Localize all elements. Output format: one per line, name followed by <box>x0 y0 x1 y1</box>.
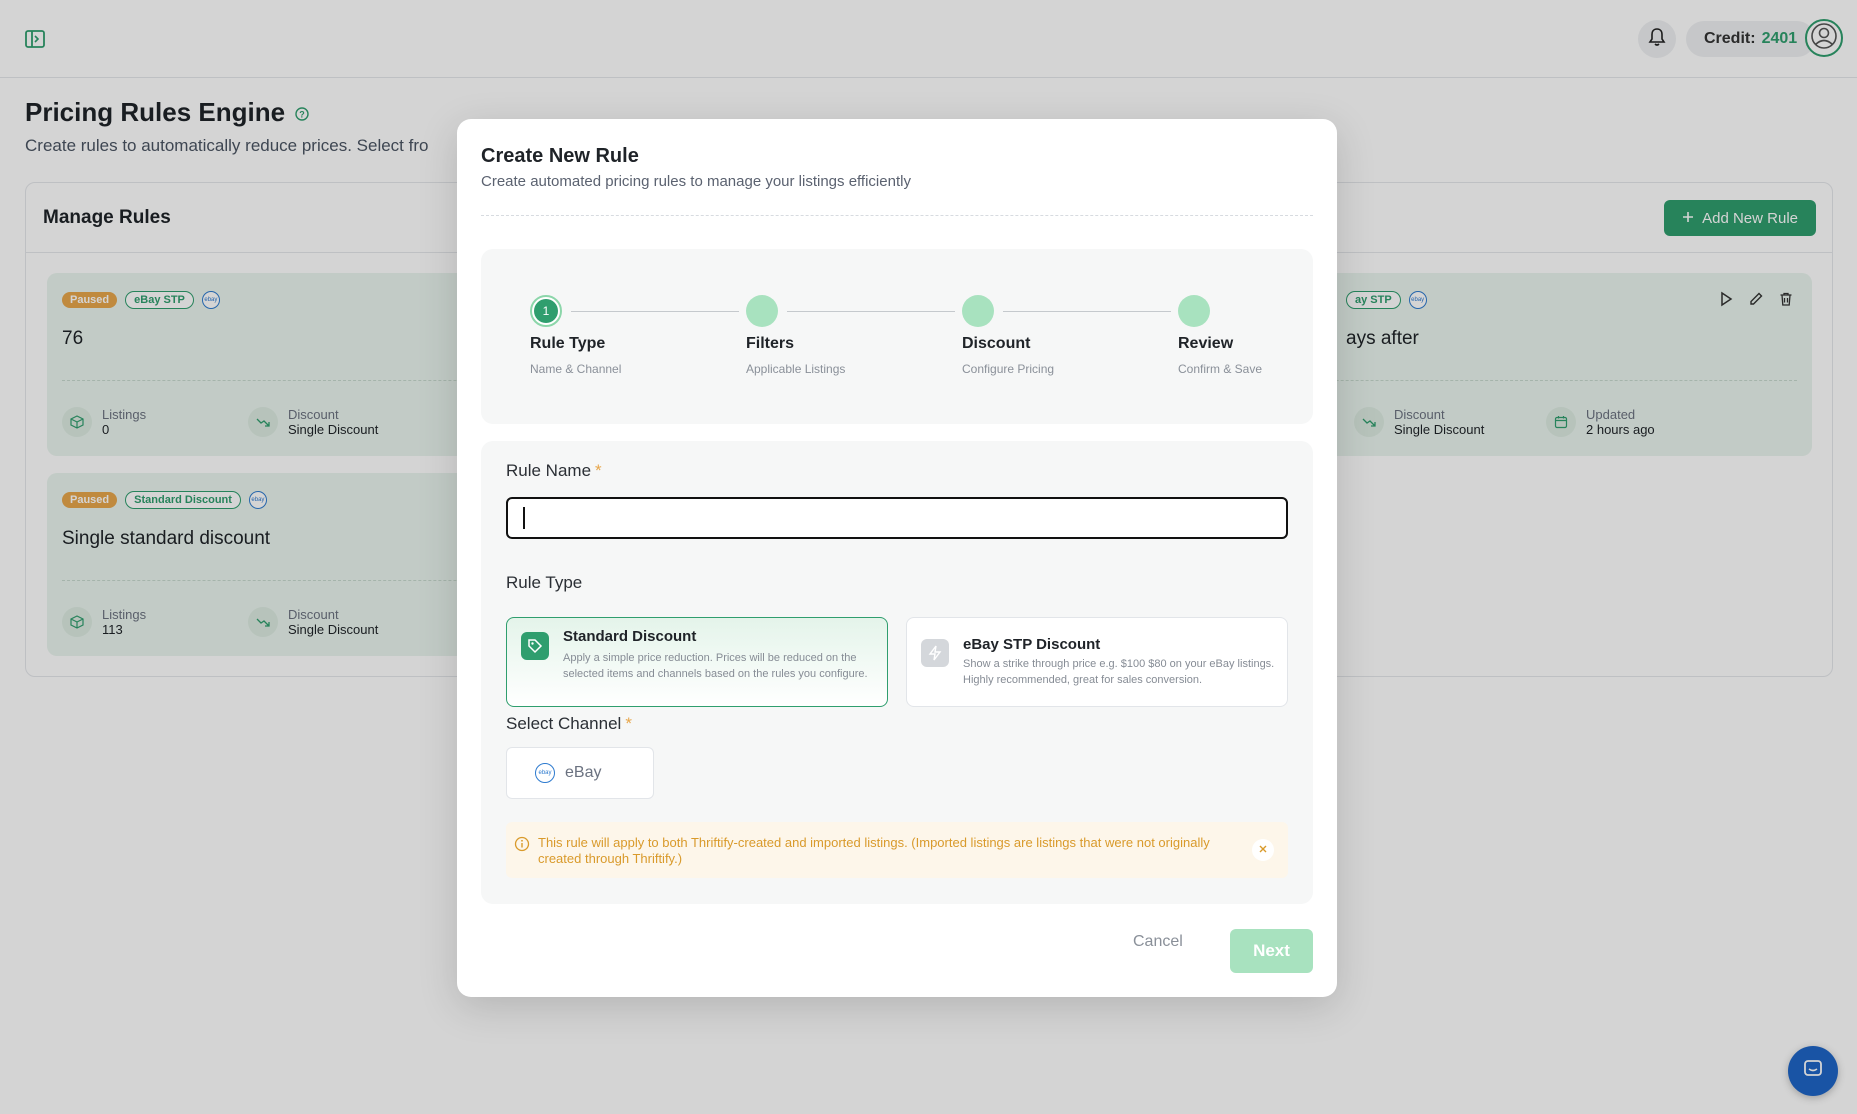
step-desc: Confirm & Save <box>1178 362 1263 376</box>
select-channel-label: Select Channel * <box>506 714 632 734</box>
rule-type-label: Rule Type <box>506 573 583 592</box>
step-connector <box>1003 311 1171 312</box>
cancel-button[interactable]: Cancel <box>1133 933 1183 951</box>
info-notice: This rule will apply to both Thriftify-c… <box>506 822 1288 878</box>
ebay-stp-discount-option[interactable]: eBay STP Discount Show a strike through … <box>906 617 1288 707</box>
info-notice-text: This rule will apply to both Thriftify-c… <box>538 835 1210 866</box>
step-desc: Configure Pricing <box>962 362 1055 376</box>
step-label: Filters <box>746 335 795 352</box>
close-icon <box>1258 841 1268 859</box>
close-notice-button[interactable] <box>1252 839 1274 861</box>
step-desc: Applicable Listings <box>746 362 846 376</box>
step-number: 1 <box>534 299 558 323</box>
step-label: Rule Type <box>530 335 606 352</box>
rule-name-label-text: Rule Name <box>506 461 592 480</box>
option-title: Standard Discount <box>563 628 697 645</box>
step-label: Review <box>1178 335 1234 352</box>
modal-divider <box>481 215 1313 216</box>
option-description: Apply a simple price reduction. Prices w… <box>563 652 868 680</box>
modal-title: Create New Rule <box>481 145 639 167</box>
step-indicator-active: 1 <box>530 295 562 327</box>
option-description: Show a strike through price e.g. $100 $8… <box>963 658 1275 686</box>
lightning-icon <box>921 639 949 667</box>
step-review <box>1178 295 1210 327</box>
stepper: 1 Rule Type Name & Channel Filters Appli… <box>481 249 1313 424</box>
create-rule-modal: Create New Rule Create automated pricing… <box>457 119 1337 997</box>
step-label: Discount <box>962 335 1031 352</box>
select-channel-label-text: Select Channel <box>506 714 622 733</box>
rule-name-input[interactable] <box>506 497 1288 539</box>
required-mark: * <box>595 461 602 480</box>
rule-form: Rule Name * Rule Type Standard Discount A… <box>481 441 1313 904</box>
required-mark: * <box>625 714 632 733</box>
info-icon <box>514 836 530 857</box>
standard-discount-option[interactable]: Standard Discount Apply a simple price r… <box>506 617 888 707</box>
modal-subtitle: Create automated pricing rules to manage… <box>481 173 911 190</box>
step-indicator <box>1178 295 1210 327</box>
step-rule-type: 1 <box>530 295 562 327</box>
tag-icon <box>521 632 549 660</box>
channel-option-ebay[interactable]: ebay eBay <box>506 747 654 799</box>
next-button[interactable]: Next <box>1230 929 1313 973</box>
step-filters <box>746 295 778 327</box>
step-indicator <box>962 295 994 327</box>
step-desc: Name & Channel <box>530 362 622 376</box>
channel-option-label: eBay <box>565 764 602 781</box>
text-caret <box>523 507 525 529</box>
step-discount <box>962 295 994 327</box>
step-connector <box>571 311 739 312</box>
step-indicator <box>746 295 778 327</box>
ebay-logo-icon: ebay <box>535 763 555 783</box>
rule-name-label: Rule Name * <box>506 461 602 481</box>
step-connector <box>787 311 955 312</box>
option-title: eBay STP Discount <box>963 636 1101 653</box>
